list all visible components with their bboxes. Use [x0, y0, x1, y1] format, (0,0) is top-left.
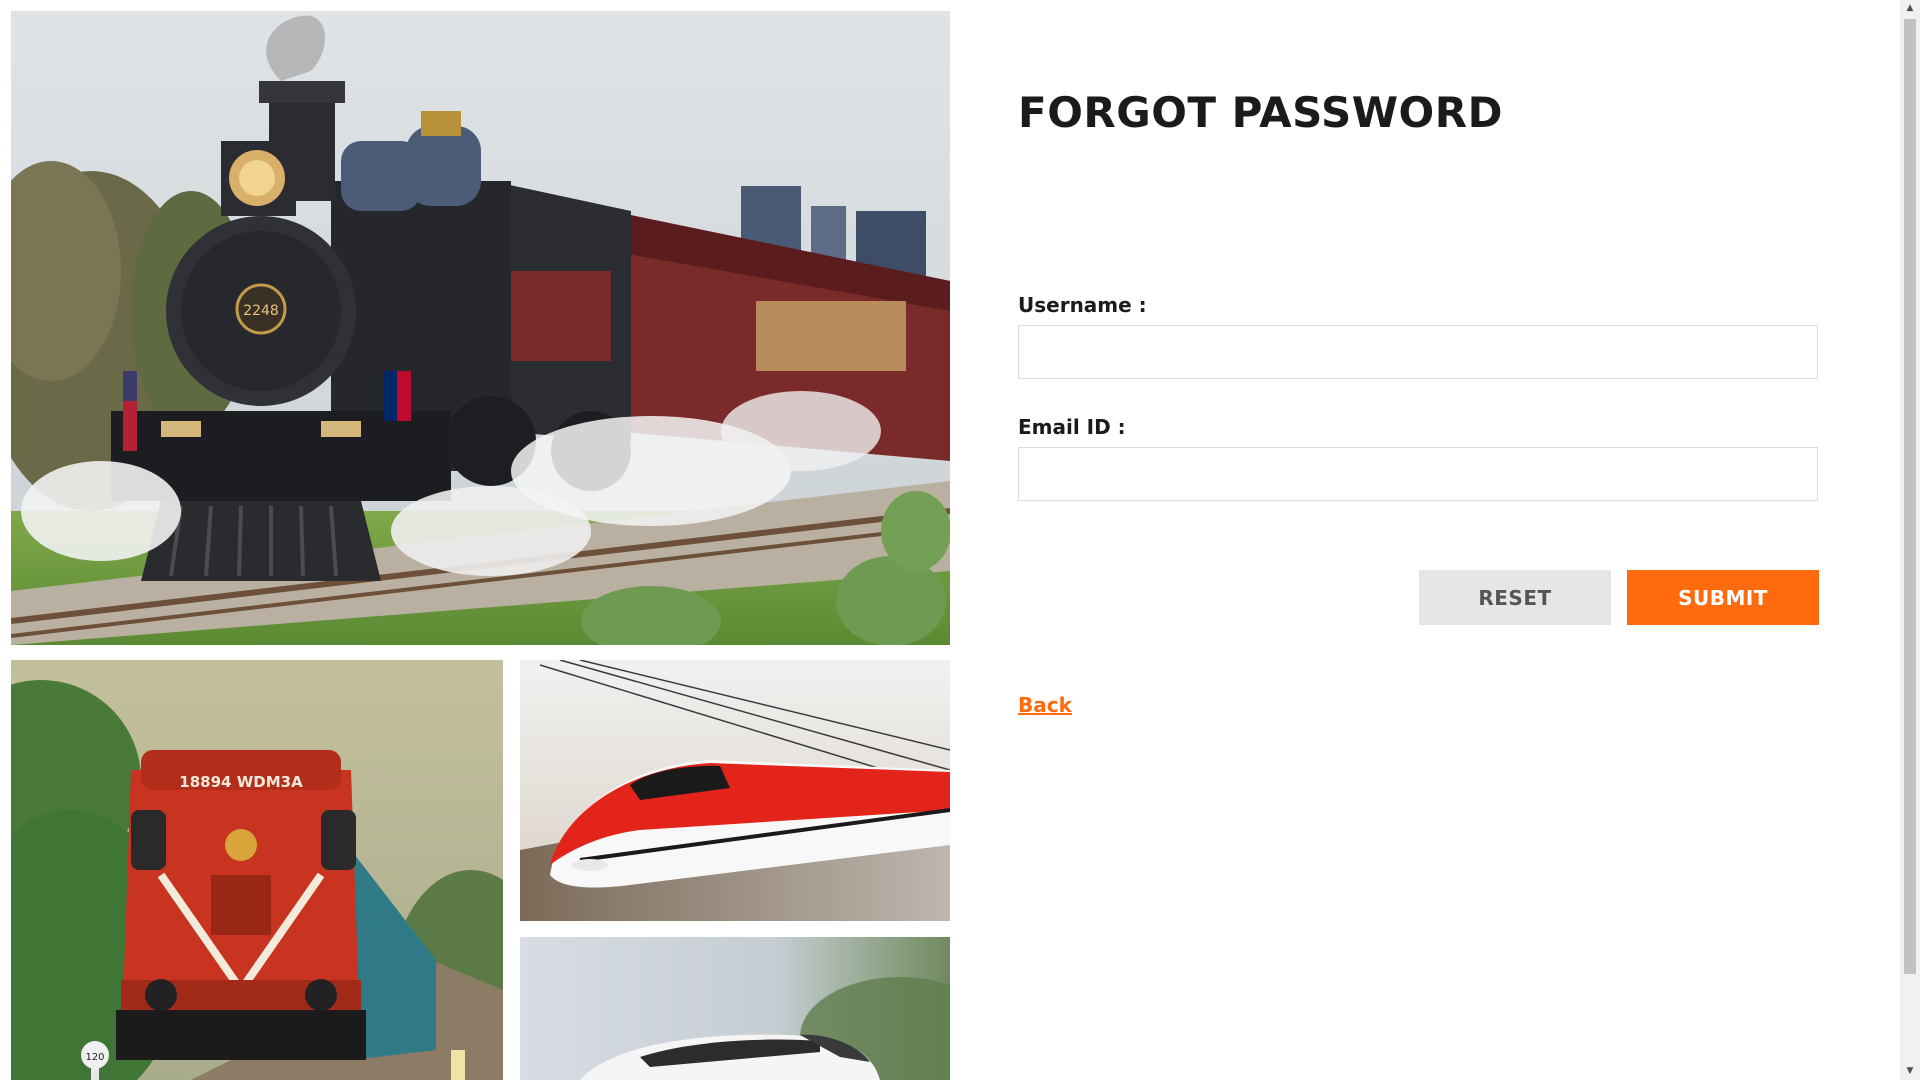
- username-label: Username :: [1018, 293, 1147, 317]
- page-title: FORGOT PASSWORD: [1018, 88, 1503, 137]
- submit-button[interactable]: SUBMIT: [1627, 570, 1819, 625]
- username-input[interactable]: [1018, 325, 1818, 379]
- reset-button[interactable]: RESET: [1419, 570, 1611, 625]
- marker-post-number: 120: [85, 1052, 104, 1063]
- diesel-number: 18894 WDM3A: [179, 773, 303, 791]
- high-speed-train-white-image: [520, 937, 950, 1080]
- scroll-up-arrow-icon[interactable]: ▲: [1900, 0, 1920, 17]
- vertical-scrollbar[interactable]: ▲ ▼: [1900, 0, 1920, 1080]
- steam-locomotive-illustration: 2248: [11, 11, 950, 645]
- steam-locomotive-image: 2248: [11, 11, 950, 645]
- high-speed-train-red-illustration: [520, 660, 950, 921]
- locomotive-number: 2248: [243, 303, 279, 319]
- forgot-password-page: 2248 18894 WDM3A 120 FORGOT PASSWORD Use…: [0, 0, 1920, 1080]
- scroll-down-arrow-icon[interactable]: ▼: [1900, 1063, 1920, 1080]
- diesel-locomotive-image: 18894 WDM3A 120: [11, 660, 503, 1080]
- email-input[interactable]: [1018, 447, 1818, 501]
- email-label: Email ID :: [1018, 415, 1126, 439]
- back-link[interactable]: Back: [1018, 693, 1072, 717]
- forgot-password-form: FORGOT PASSWORD Username : Email ID : RE…: [1018, 0, 1819, 1080]
- high-speed-train-white-illustration: [520, 937, 950, 1080]
- high-speed-train-red-image: [520, 660, 950, 921]
- diesel-locomotive-illustration: 18894 WDM3A 120: [11, 660, 503, 1080]
- scrollbar-thumb[interactable]: [1904, 19, 1916, 974]
